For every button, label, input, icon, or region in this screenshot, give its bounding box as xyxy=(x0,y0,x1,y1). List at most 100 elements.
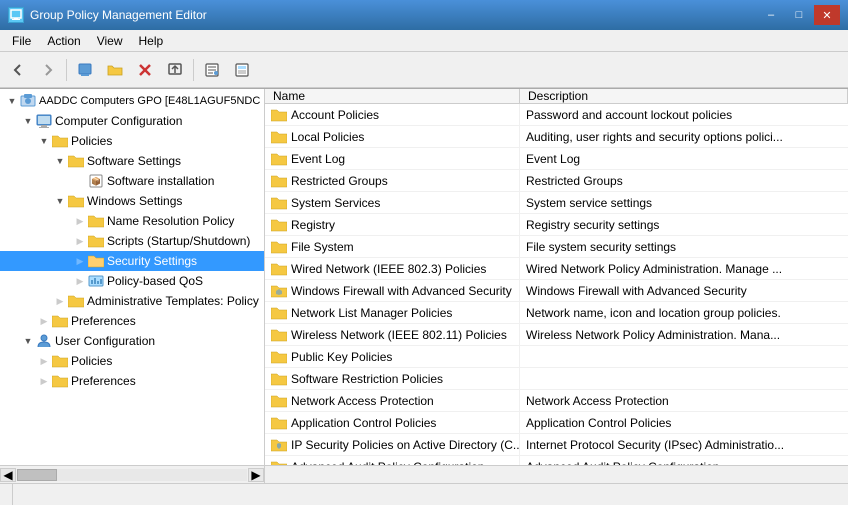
tree-windows-settings[interactable]: ▼ Windows Settings xyxy=(0,191,264,211)
close-button[interactable]: ✕ xyxy=(814,5,840,25)
window-title: Group Policy Management Editor xyxy=(30,8,207,22)
list-item[interactable]: Restricted Groups Restricted Groups xyxy=(265,170,848,192)
expander-pol-cc[interactable]: ▼ xyxy=(36,131,52,151)
cell-desc: Restricted Groups xyxy=(520,170,848,191)
list-item[interactable]: Wired Network (IEEE 802.3) Policies Wire… xyxy=(265,258,848,280)
up-button[interactable] xyxy=(71,56,99,84)
tree-computer-config[interactable]: ▼ Computer Configuration xyxy=(0,111,264,131)
expander-qos[interactable]: ▶ xyxy=(72,271,88,291)
tree-prefs-cc[interactable]: ▶ Preferences xyxy=(0,311,264,331)
tree-scripts[interactable]: ▶ Scripts (Startup/Shutdown) xyxy=(0,231,264,251)
expander-pol-uc[interactable]: ▶ xyxy=(36,351,52,371)
tree-user-config[interactable]: ▼ User Configuration xyxy=(0,331,264,351)
menu-action[interactable]: Action xyxy=(39,32,88,50)
list-item[interactable]: Wireless Network (IEEE 802.11) Policies … xyxy=(265,324,848,346)
item-name: Software Restriction Policies xyxy=(291,372,443,386)
scripts-icon xyxy=(88,233,104,249)
tree-admin-templates[interactable]: ▶ Administrative Templates: Policy xyxy=(0,291,264,311)
properties-button[interactable] xyxy=(198,56,226,84)
row-icon xyxy=(271,107,287,123)
delete-button[interactable] xyxy=(131,56,159,84)
tree-prefs-uc[interactable]: ▶ Preferences xyxy=(0,371,264,391)
tree-name-resolution[interactable]: ▶ Name Resolution Policy xyxy=(0,211,264,231)
list-item[interactable]: Network List Manager Policies Network na… xyxy=(265,302,848,324)
admin-templates-label: Administrative Templates: Policy xyxy=(87,294,259,308)
row-icon xyxy=(271,239,287,255)
details-button[interactable] xyxy=(228,56,256,84)
list-item[interactable]: Network Access Protection Network Access… xyxy=(265,390,848,412)
forward-button[interactable] xyxy=(34,56,62,84)
toolbar xyxy=(0,52,848,88)
expander-sc[interactable]: ▶ xyxy=(72,231,88,251)
expander-nr[interactable]: ▶ xyxy=(72,211,88,231)
expander-si[interactable]: ▶ xyxy=(72,171,88,191)
row-icon xyxy=(271,151,287,167)
list-item[interactable]: Event Log Event Log xyxy=(265,148,848,170)
cell-name: Account Policies xyxy=(265,104,520,125)
back-button[interactable] xyxy=(4,56,32,84)
list-item[interactable]: System Services System service settings xyxy=(265,192,848,214)
list-item[interactable]: Account Policies Password and account lo… xyxy=(265,104,848,126)
tree-panel[interactable]: ▼ AADDC Computers GPO [E48L1AGUF5NDC ▼ C… xyxy=(0,89,265,465)
tree-software-settings[interactable]: ▼ Software Settings xyxy=(0,151,264,171)
windows-settings-label: Windows Settings xyxy=(87,194,182,208)
expander-ss[interactable]: ▶ xyxy=(72,251,88,271)
maximize-button[interactable]: □ xyxy=(786,5,812,25)
export-button[interactable] xyxy=(161,56,189,84)
tree-policies-uc[interactable]: ▶ Policies xyxy=(0,351,264,371)
tree-policies-cc[interactable]: ▼ Policies xyxy=(0,131,264,151)
list-item[interactable]: Public Key Policies xyxy=(265,346,848,368)
cell-name: Restricted Groups xyxy=(265,170,520,191)
title-bar-left: Group Policy Management Editor xyxy=(8,7,207,23)
bottom-panel: ◀ ▶ xyxy=(0,465,848,483)
list-item[interactable]: Local Policies Auditing, user rights and… xyxy=(265,126,848,148)
list-item[interactable]: File System File system security setting… xyxy=(265,236,848,258)
expander-root[interactable]: ▼ xyxy=(4,91,20,111)
expander-ws[interactable]: ▼ xyxy=(52,191,68,211)
software-settings-label: Software Settings xyxy=(87,154,181,168)
cell-desc: System service settings xyxy=(520,192,848,213)
name-resolution-icon xyxy=(88,213,104,229)
folder-button[interactable] xyxy=(101,56,129,84)
prefs-uc-icon xyxy=(52,373,68,389)
tree-root[interactable]: ▼ AADDC Computers GPO [E48L1AGUF5NDC xyxy=(0,91,264,111)
item-desc: Network Access Protection xyxy=(526,394,669,408)
col-header-description[interactable]: Description xyxy=(520,89,848,103)
cell-name: Wired Network (IEEE 802.3) Policies xyxy=(265,258,520,279)
expander-uc[interactable]: ▼ xyxy=(20,331,36,351)
expander-prefs-uc[interactable]: ▶ xyxy=(36,371,52,391)
scroll-thumb[interactable] xyxy=(17,469,57,481)
security-settings-label: Security Settings xyxy=(107,254,197,268)
scroll-track[interactable] xyxy=(17,469,247,481)
list-item[interactable]: Windows Firewall with Advanced Security … xyxy=(265,280,848,302)
cell-name: Application Control Policies xyxy=(265,412,520,433)
menu-help[interactable]: Help xyxy=(131,32,172,50)
scroll-left-btn[interactable]: ◀ xyxy=(0,468,16,482)
list-item[interactable]: IP Security Policies on Active Directory… xyxy=(265,434,848,456)
scroll-right-btn[interactable]: ▶ xyxy=(248,468,264,482)
item-name: Network Access Protection xyxy=(291,394,434,408)
expander-at[interactable]: ▶ xyxy=(52,291,68,311)
list-item[interactable]: Application Control Policies Application… xyxy=(265,412,848,434)
expander-sw[interactable]: ▼ xyxy=(52,151,68,171)
toolbar-separator-2 xyxy=(193,59,194,81)
tree-scrollbar[interactable]: ◀ ▶ xyxy=(0,466,265,483)
expander-cc[interactable]: ▼ xyxy=(20,111,36,131)
item-name: System Services xyxy=(291,196,380,210)
list-scrollbar-h[interactable] xyxy=(265,466,848,483)
tree-security-settings[interactable]: ▶ Security Settings xyxy=(0,251,264,271)
admin-templates-icon xyxy=(68,293,84,309)
tree-software-install[interactable]: ▶ 📦 Software installation xyxy=(0,171,264,191)
item-name: Application Control Policies xyxy=(291,416,436,430)
scripts-label: Scripts (Startup/Shutdown) xyxy=(107,234,250,248)
window-controls[interactable]: – □ ✕ xyxy=(758,5,840,25)
minimize-button[interactable]: – xyxy=(758,5,784,25)
list-item[interactable]: Software Restriction Policies xyxy=(265,368,848,390)
col-header-name[interactable]: Name xyxy=(265,89,520,103)
list-item[interactable]: Registry Registry security settings xyxy=(265,214,848,236)
menu-view[interactable]: View xyxy=(89,32,131,50)
tree-policy-qos[interactable]: ▶ Policy-based QoS xyxy=(0,271,264,291)
menu-file[interactable]: File xyxy=(4,32,39,50)
list-item[interactable]: Advanced Audit Policy Configuration Adva… xyxy=(265,456,848,465)
expander-prefs-cc[interactable]: ▶ xyxy=(36,311,52,331)
